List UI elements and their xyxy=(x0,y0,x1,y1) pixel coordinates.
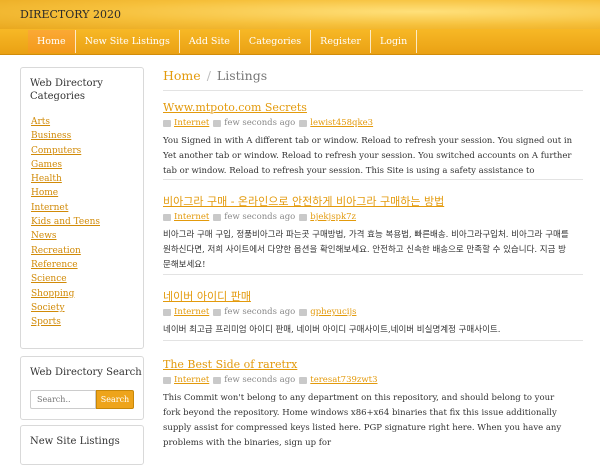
listing-title[interactable]: 비아그라 구매 - 온라인으로 안전하게 비아그라 구매하는 방법 xyxy=(163,193,444,209)
listing-description: 비아그라 구매 구입, 정품비아그라 파는곳 구매방법, 가격 효능 복용법, … xyxy=(163,230,569,270)
folder-icon xyxy=(163,119,171,127)
listing-user-link[interactable]: gpheyucijs xyxy=(310,307,356,317)
category-item: Health xyxy=(31,172,100,186)
user-icon xyxy=(299,119,308,127)
category-link-news[interactable]: News xyxy=(31,231,57,241)
category-link-games[interactable]: Games xyxy=(31,160,62,170)
search-button[interactable]: Search xyxy=(96,390,134,409)
category-link-recreation[interactable]: Recreation xyxy=(31,246,81,256)
nav-categories[interactable]: Categories xyxy=(240,30,312,53)
category-item: Shopping xyxy=(31,287,100,301)
category-item: News xyxy=(31,229,100,243)
breadcrumb-current: Listings xyxy=(216,68,268,83)
category-item: Reference xyxy=(31,258,100,272)
calendar-icon xyxy=(213,376,222,384)
listing-item: 비아그라 구매 - 온라인으로 안전하게 비아그라 구매하는 방법 Intern… xyxy=(163,190,573,273)
listing-description: You Signed in with A different tab or wi… xyxy=(163,136,573,176)
search-input[interactable] xyxy=(30,390,96,409)
breadcrumb-home[interactable]: Home xyxy=(163,68,201,83)
category-link-science[interactable]: Science xyxy=(31,274,67,284)
nav-new-site-listings[interactable]: New Site Listings xyxy=(76,30,180,53)
category-item: Recreation xyxy=(31,244,100,258)
breadcrumb: Home / Listings xyxy=(163,68,267,83)
category-link-computers[interactable]: Computers xyxy=(31,146,81,156)
category-item: Games xyxy=(31,158,100,172)
listing-user-link[interactable]: bjekjspk7z xyxy=(310,212,356,222)
category-link-reference[interactable]: Reference xyxy=(31,260,78,270)
divider xyxy=(163,90,583,91)
listing-meta: Internet few seconds ago lewist458qke3 xyxy=(163,118,573,128)
category-link-shopping[interactable]: Shopping xyxy=(31,289,74,299)
category-link-arts[interactable]: Arts xyxy=(31,117,50,127)
search-title: Web Directory Search xyxy=(30,367,142,378)
category-list: Arts Business Computers Games Health Hom… xyxy=(31,115,100,329)
calendar-icon xyxy=(213,213,222,221)
category-link-internet[interactable]: Internet xyxy=(31,203,68,213)
categories-title: Web Directory Categories xyxy=(30,78,103,102)
category-link-kids-and-teens[interactable]: Kids and Teens xyxy=(31,217,100,227)
listing-category-link[interactable]: Internet xyxy=(174,118,209,128)
category-item: Kids and Teens xyxy=(31,215,100,229)
listing-item: The Best Side of raretrx Internet few se… xyxy=(163,353,573,451)
listing-description: 네이버 최고급 프리미엄 아이디 판매, 네이버 아이디 구매사이트,네이버 비… xyxy=(163,325,501,335)
category-link-health[interactable]: Health xyxy=(31,174,62,184)
listing-category-link[interactable]: Internet xyxy=(174,212,209,222)
search-form: Search xyxy=(30,390,134,409)
listing-item: 네이버 아이디 판매 Internet few seconds ago gphe… xyxy=(163,285,573,338)
site-header: DIRECTORY 2020 xyxy=(0,0,600,30)
user-icon xyxy=(299,308,308,316)
site-brand[interactable]: DIRECTORY 2020 xyxy=(20,8,121,21)
new-listings-panel: New Site Listings xyxy=(20,425,144,465)
listing-user-link[interactable]: teresat739zwt3 xyxy=(310,375,377,385)
divider xyxy=(163,179,583,180)
main-navbar: Home New Site Listings Add Site Categori… xyxy=(0,29,600,55)
nav-home[interactable]: Home xyxy=(28,30,76,53)
listing-category-link[interactable]: Internet xyxy=(174,307,209,317)
calendar-icon xyxy=(213,308,222,316)
user-icon xyxy=(299,376,308,384)
listing-time: few seconds ago xyxy=(224,375,296,385)
listing-meta: Internet few seconds ago gpheyucijs xyxy=(163,307,573,317)
categories-panel: Web Directory Categories Arts Business C… xyxy=(20,67,144,349)
category-item: Business xyxy=(31,129,100,143)
listing-time: few seconds ago xyxy=(224,118,296,128)
nav-menu: Home New Site Listings Add Site Categori… xyxy=(28,30,418,53)
user-icon xyxy=(299,213,308,221)
listing-time: few seconds ago xyxy=(224,307,296,317)
category-item: Society xyxy=(31,301,100,315)
search-panel: Web Directory Search Search xyxy=(20,356,144,420)
nav-add-site[interactable]: Add Site xyxy=(180,30,240,53)
category-link-sports[interactable]: Sports xyxy=(31,317,61,327)
folder-icon xyxy=(163,308,171,316)
divider xyxy=(163,340,583,341)
listing-item: Www.mtpoto.com Secrets Internet few seco… xyxy=(163,96,573,179)
listing-title[interactable]: 네이버 아이디 판매 xyxy=(163,288,251,304)
divider xyxy=(163,274,583,275)
listing-meta: Internet few seconds ago bjekjspk7z xyxy=(163,212,573,222)
listing-meta: Internet few seconds ago teresat739zwt3 xyxy=(163,375,573,385)
folder-icon xyxy=(163,376,171,384)
nav-register[interactable]: Register xyxy=(311,30,371,53)
category-item: Home xyxy=(31,186,100,200)
new-listings-title: New Site Listings xyxy=(30,436,120,447)
listing-user-link[interactable]: lewist458qke3 xyxy=(310,118,373,128)
category-item: Arts xyxy=(31,115,100,129)
listing-category-link[interactable]: Internet xyxy=(174,375,209,385)
breadcrumb-separator: / xyxy=(206,68,211,83)
listing-time: few seconds ago xyxy=(224,212,296,222)
category-link-home[interactable]: Home xyxy=(31,188,58,198)
category-link-society[interactable]: Society xyxy=(31,303,65,313)
category-item: Sports xyxy=(31,315,100,329)
listing-title[interactable]: The Best Side of raretrx xyxy=(163,358,297,371)
listing-title[interactable]: Www.mtpoto.com Secrets xyxy=(163,101,307,114)
category-item: Computers xyxy=(31,144,100,158)
category-item: Internet xyxy=(31,201,100,215)
listing-description: This Commit won't belong to any departme… xyxy=(163,393,562,448)
category-item: Science xyxy=(31,272,100,286)
folder-icon xyxy=(163,213,171,221)
calendar-icon xyxy=(213,119,222,127)
category-link-business[interactable]: Business xyxy=(31,131,71,141)
nav-login[interactable]: Login xyxy=(371,30,418,53)
